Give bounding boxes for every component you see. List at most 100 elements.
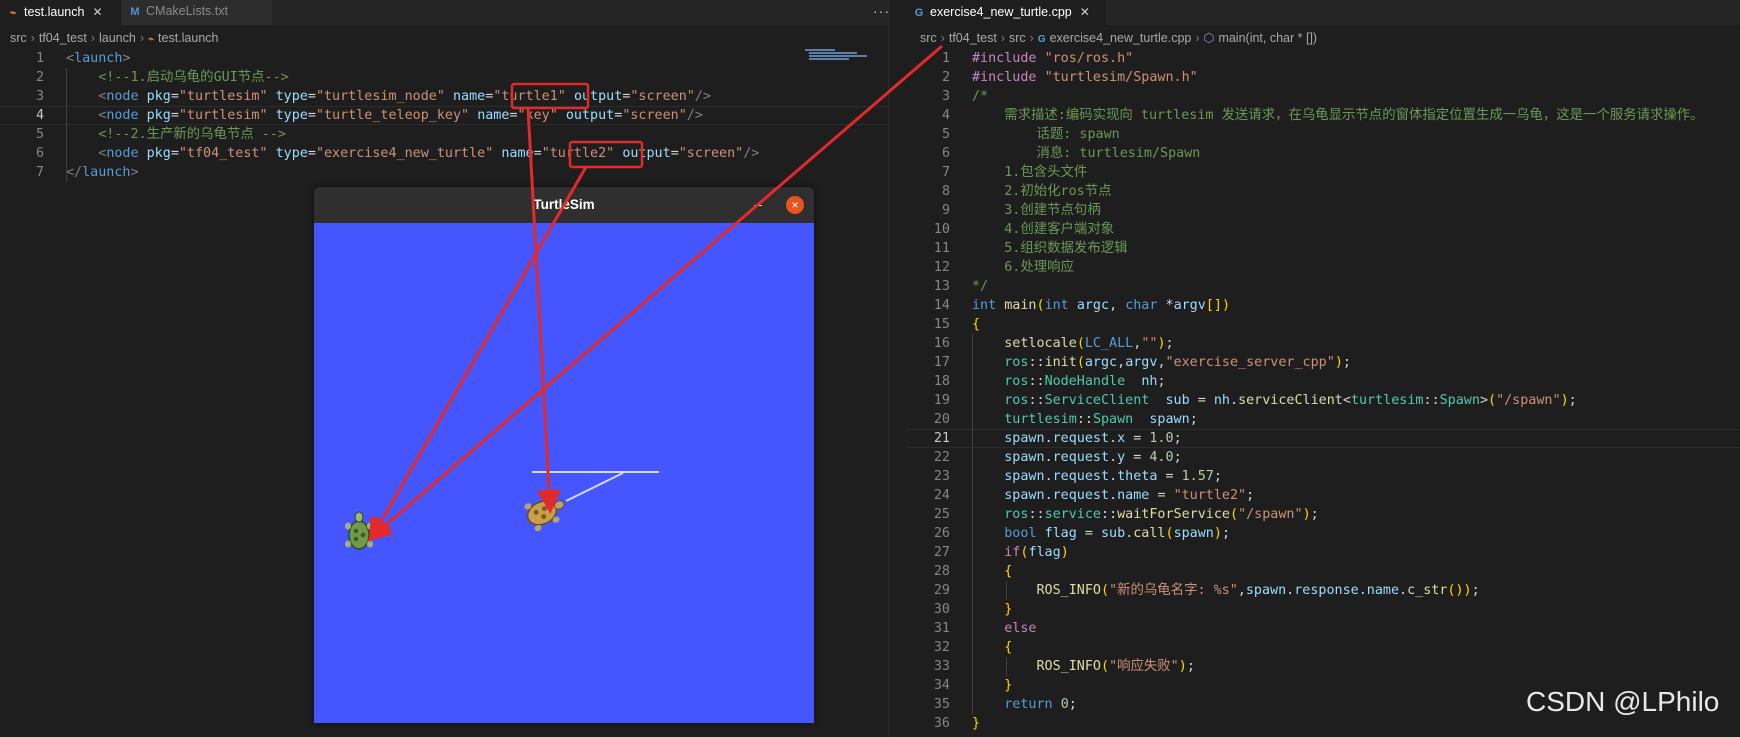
breadcrumb-item[interactable]: tf04_test [39,31,87,45]
right-tab-bar: Gexercise4_new_turtle.cpp ✕ [906,0,1740,25]
editor-splitter[interactable] [888,0,907,737]
chevron-right-icon: › [30,31,35,45]
code-line[interactable]: 24 spawn.request.name = "turtle2"; [906,486,1740,505]
code-line[interactable]: 33 ROS_INFO("响应失败"); [906,657,1740,676]
code-line[interactable]: 29 ROS_INFO("新的乌龟名字: %s",spawn.response.… [906,581,1740,600]
code-line[interactable]: 2 #include "turtlesim/Spawn.h" [906,68,1740,87]
line-text: /* [972,89,989,104]
line-text: else [1004,621,1037,636]
code-line[interactable]: 28 { [906,562,1740,581]
code-line[interactable]: 12 6.处理响应 [906,258,1740,277]
line-text: } [1004,678,1013,693]
code-line[interactable]: 32 { [906,638,1740,657]
code-line[interactable]: 18 ros::NodeHandle nh; [906,372,1740,391]
code-line[interactable]: 4 需求描述:编码实现向 turtlesim 发送请求，在乌龟显示节点的窗体指定… [906,106,1740,125]
code-line[interactable]: 10 4.创建客户端对象 [906,220,1740,239]
code-line[interactable]: 23 spawn.request.theta = 1.57; [906,467,1740,486]
code-line[interactable]: 17 ros::init(argc,argv,"exercise_server_… [906,353,1740,372]
window-title: TurtleSim [314,187,814,223]
code-line[interactable]: 3 <node pkg="turtlesim" type="turtlesim_… [0,87,888,106]
line-number: 1 [941,51,950,66]
breadcrumb-file[interactable]: exercise4_new_turtle.cpp [1050,31,1192,45]
line-text: </launch> [66,165,139,180]
code-line[interactable]: 3 /* [906,87,1740,106]
tab-test-launch[interactable]: ⌁ test.launch ✕ [0,0,121,25]
breadcrumb-item[interactable]: launch [99,31,136,45]
close-button[interactable]: × [786,196,804,214]
code-line[interactable]: 26 bool flag = sub.call(spawn); [906,524,1740,543]
line-text: int main(int argc, char *argv[]) [972,298,1230,313]
breadcrumb-item[interactable]: src [10,31,27,45]
line-text: spawn.request.y = 4.0; [1004,450,1182,465]
line-text: { [1004,640,1013,655]
code-line[interactable]: 7 </launch> [0,163,888,182]
code-line[interactable]: 9 3.创建节点句柄 [906,201,1740,220]
line-number: 14 [933,298,950,313]
breadcrumb-symbol[interactable]: main(int, char * []) [1218,31,1317,45]
code-line[interactable]: 4 <node pkg="turtlesim" type="turtle_tel… [0,106,888,125]
line-number: 32 [933,640,950,655]
code-line[interactable]: 31 else [906,619,1740,638]
tab-exercise4-cpp[interactable]: Gexercise4_new_turtle.cpp ✕ [906,0,1106,25]
tab-label: test.launch [24,5,85,19]
code-line[interactable]: 6 消息: turtlesim/Spawn [906,144,1740,163]
line-number: 12 [933,260,950,275]
code-line[interactable]: 25 ros::service::waitForService("/spawn"… [906,505,1740,524]
line-text: ros::ServiceClient sub = nh.serviceClien… [1004,393,1577,408]
line-number: 23 [933,469,950,484]
line-number: 31 [933,621,950,636]
minimize-button[interactable]: – [754,187,762,223]
line-text: 1.包含头文件 [972,165,1088,180]
code-line[interactable]: 20 turtlesim::Spawn spawn; [906,410,1740,429]
line-number: 13 [933,279,950,294]
breadcrumb-item[interactable]: tf04_test [949,31,997,45]
code-line[interactable]: 11 5.组织数据发布逻辑 [906,239,1740,258]
code-line[interactable]: 2 <!--1.启动乌龟的GUI节点--> [0,68,888,87]
launch-code-area[interactable]: 1 <launch> 2 <!--1.启动乌龟的GUI节点--> 3 <node pk… [0,49,888,182]
line-number: 18 [933,374,950,389]
tab-cmakelists[interactable]: M CMakeLists.txt [122,0,272,25]
line-number: 7 [35,165,44,180]
code-line[interactable]: 15 { [906,315,1740,334]
close-icon[interactable]: ✕ [92,1,102,24]
breadcrumb: src › tf04_test › src › Gexercise4_new_turtle.… [920,26,1317,51]
code-line[interactable]: 14 int main(int argc, char *argv[]) [906,296,1740,315]
breadcrumb-file[interactable]: test.launch [158,31,218,45]
code-line[interactable]: 1 <launch> [0,49,888,68]
tab-label: CMakeLists.txt [146,4,228,18]
code-line[interactable]: 8 2.初始化ros节点 [906,182,1740,201]
code-line[interactable]: 7 1.包含头文件 [906,163,1740,182]
code-line[interactable]: 22 spawn.request.y = 4.0; [906,448,1740,467]
code-line[interactable]: 13 */ [906,277,1740,296]
close-icon[interactable]: ✕ [1080,1,1090,24]
turtle-icon [524,494,565,532]
line-text: 5.组织数据发布逻辑 [972,241,1128,256]
breadcrumb-item[interactable]: src [1009,31,1026,45]
code-line[interactable]: 30 } [906,600,1740,619]
code-line[interactable]: 1 #include "ros/ros.h" [906,49,1740,68]
line-text: if(flag) [1004,545,1069,560]
line-text: ROS_INFO("新的乌龟名字: %s",spawn.response.nam… [1036,583,1480,598]
line-text: spawn.request.name = "turtle2"; [1004,488,1255,503]
line-text: } [1004,602,1013,617]
code-line[interactable]: 5 <!--2.生产新的乌龟节点 --> [0,125,888,144]
line-number: 3 [35,89,44,104]
breadcrumb-item[interactable]: src [920,31,937,45]
code-line[interactable]: 19 ros::ServiceClient sub = nh.serviceCl… [906,391,1740,410]
code-line[interactable]: 21 spawn.request.x = 1.0; [906,429,1740,448]
chevron-right-icon: › [940,31,945,45]
code-line[interactable]: 27 if(flag) [906,543,1740,562]
chevron-right-icon: › [139,31,144,45]
cpp-code-area[interactable]: 1 #include "ros/ros.h" 2 #include "turtlesi… [906,49,1740,733]
line-number: 28 [933,564,950,579]
line-number: 8 [941,184,950,199]
code-line[interactable]: 16 setlocale(LC_ALL,""); [906,334,1740,353]
turtlesim-window[interactable]: TurtleSim – × [314,187,814,723]
line-number: 25 [933,507,950,522]
watermark: CSDN @LPhilo [1526,686,1720,717]
code-line[interactable]: 6 <node pkg="tf04_test" type="exercise4_… [0,144,888,163]
line-number: 17 [933,355,950,370]
code-line[interactable]: 5 话题: spawn [906,125,1740,144]
more-actions-icon[interactable]: ··· [873,0,888,25]
line-text: spawn.request.theta = 1.57; [1004,469,1222,484]
